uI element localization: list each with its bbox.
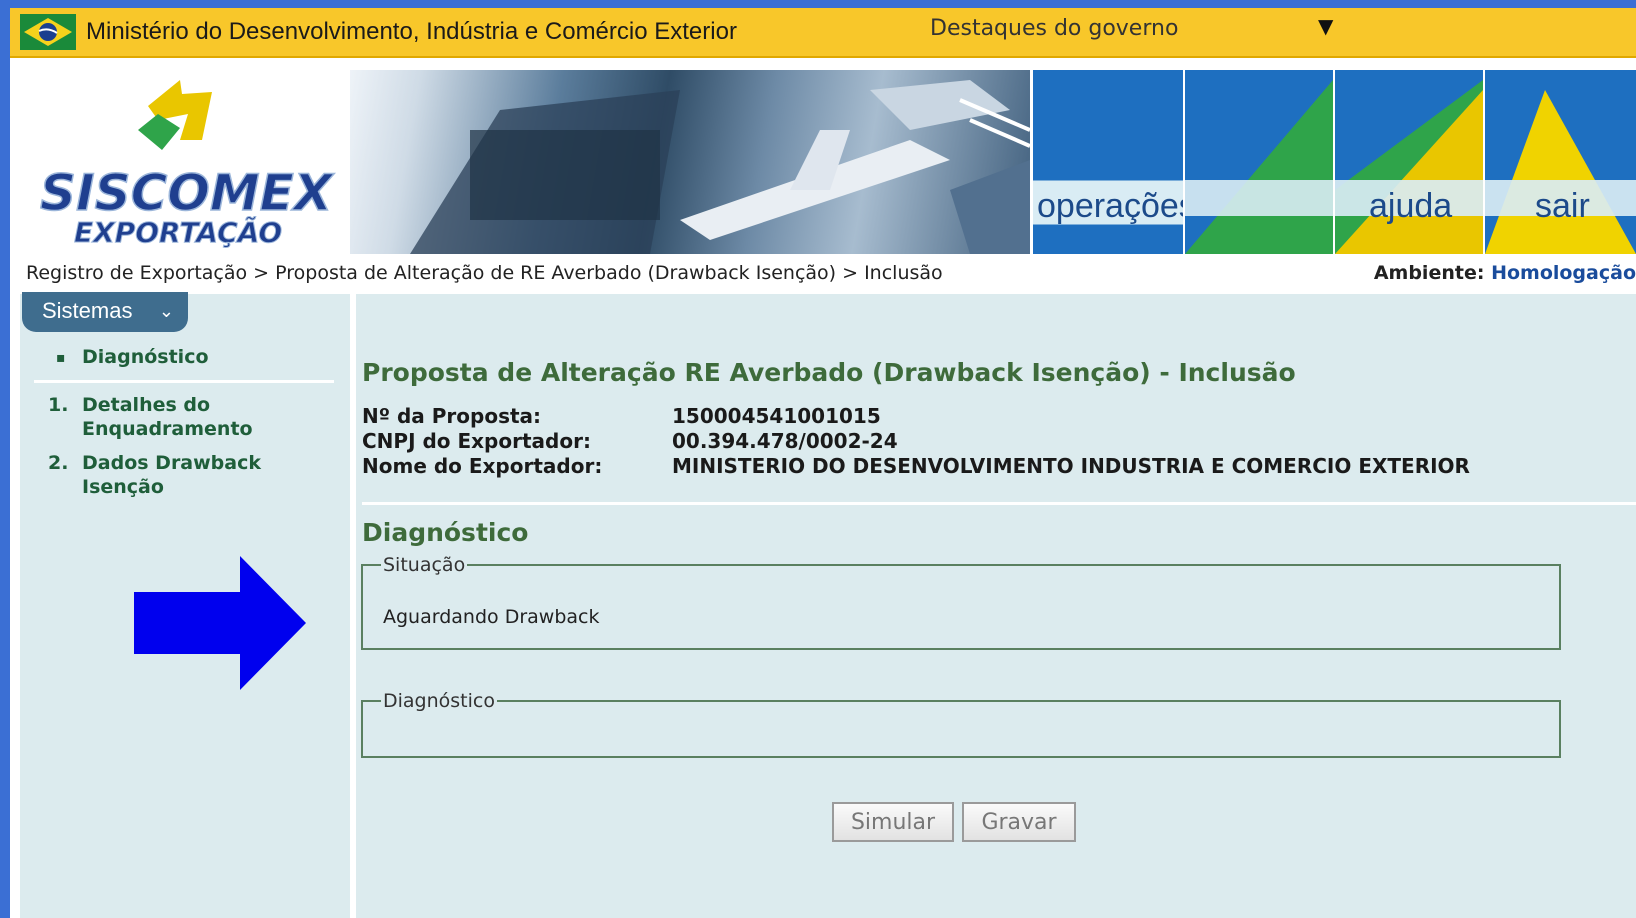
simular-button[interactable]: Simular: [832, 802, 954, 842]
destaques-dropdown[interactable]: Destaques do governo: [930, 16, 1178, 41]
ambiente-value: Homologação: [1491, 262, 1636, 284]
logo-title: SISCOMEX: [40, 164, 335, 222]
page-title: Proposta de Alteração RE Averbado (Drawb…: [362, 358, 1296, 387]
breadcrumb: Registro de Exportação > Proposta de Alt…: [26, 262, 943, 284]
ambiente-indicator: Ambiente: Homologação: [1374, 262, 1636, 284]
proposta-label: Nº da Proposta:: [362, 404, 542, 428]
sidebar-item-dados-line1[interactable]: Dados Drawback: [82, 452, 261, 474]
menu-tile-operacoes[interactable]: operações: [1033, 70, 1183, 254]
menu-tile-sair[interactable]: sair: [1485, 70, 1636, 254]
banner-collage-image: [410, 80, 1030, 254]
logo-subtitle: EXPORTAÇÃO: [74, 215, 282, 249]
main-divider: [362, 502, 1636, 505]
cnpj-value: 00.394.478/0002-24: [672, 429, 898, 453]
sair-tile-bg: [1485, 90, 1636, 254]
gov-bar: Ministério do Desenvolvimento, Indústria…: [10, 8, 1636, 58]
sistemas-label[interactable]: Sistemas: [42, 298, 132, 323]
header-banner: SISCOMEX EXPORTAÇÃO operações ajuda sair: [10, 60, 1636, 258]
page-frame: Ministério do Desenvolvimento, Indústria…: [10, 8, 1636, 918]
sidebar-item-dados-line2[interactable]: Isenção: [82, 476, 164, 498]
situacao-fieldset: Situação Aguardando Drawback: [361, 554, 1561, 650]
menu-sair-label[interactable]: sair: [1535, 187, 1590, 226]
menu-tile-ajuda[interactable]: ajuda: [1335, 70, 1483, 254]
sidebar-item-detalhes-line2[interactable]: Enquadramento: [82, 418, 253, 440]
sidebar-item-diagnostico[interactable]: Diagnóstico: [82, 346, 209, 368]
sistemas-menu-button[interactable]: Sistemas ⌄: [22, 292, 188, 332]
siscomex-logo[interactable]: SISCOMEX EXPORTAÇÃO: [30, 70, 350, 250]
ministry-name[interactable]: Ministério do Desenvolvimento, Indústria…: [86, 18, 737, 46]
diagnostico-heading: Diagnóstico: [362, 518, 529, 547]
banner-photo: [350, 70, 1030, 254]
ajuda-tile-bg: [1335, 70, 1483, 254]
sidebar-item-number: 2.: [48, 452, 69, 474]
situacao-legend: Situação: [383, 554, 466, 576]
diagnostico-legend: Diagnóstico: [383, 690, 495, 712]
decor-stripe-icon: [1185, 80, 1333, 254]
annotation-arrow-icon: [134, 556, 306, 690]
exportador-label: Nome do Exportador:: [362, 454, 603, 478]
proposta-value: 150004541001015: [672, 404, 881, 428]
ambiente-label: Ambiente:: [1373, 262, 1485, 284]
menu-ajuda-label[interactable]: ajuda: [1369, 187, 1452, 226]
sidebar-divider: [34, 380, 334, 383]
sidebar-item-marker: ▪: [56, 350, 66, 366]
dropdown-arrow-icon[interactable]: ▼: [1318, 14, 1333, 38]
situacao-value: Aguardando Drawback: [383, 606, 600, 628]
menu-tile-decor: [1185, 70, 1333, 254]
sidebar-item-number: 1.: [48, 394, 69, 416]
cnpj-label: CNPJ do Exportador:: [362, 429, 591, 453]
brazil-flag-icon: [20, 14, 76, 50]
exportador-value: MINISTERIO DO DESENVOLVIMENTO INDUSTRIA …: [672, 454, 1470, 478]
menu-operacoes-label[interactable]: operações: [1037, 187, 1183, 226]
sidebar-item-detalhes-line1[interactable]: Detalhes do: [82, 394, 210, 416]
diagnostico-fieldset: Diagnóstico: [361, 690, 1561, 758]
gravar-button[interactable]: Gravar: [962, 802, 1076, 842]
chevron-down-icon[interactable]: ⌄: [159, 292, 174, 330]
